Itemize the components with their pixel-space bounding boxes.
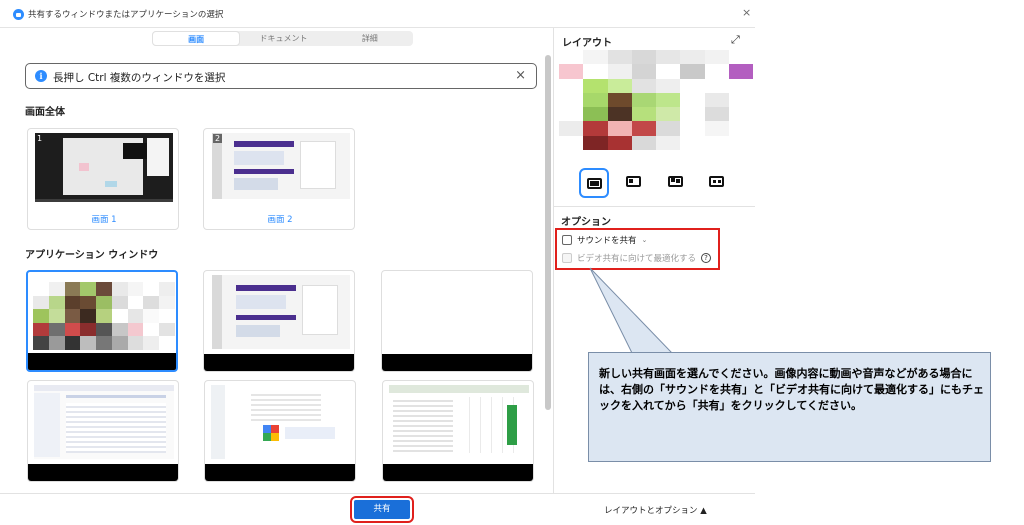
- thumbnail-scrollbar[interactable]: [545, 55, 551, 410]
- layout-small-video-button[interactable]: [620, 168, 650, 198]
- app-window-4[interactable]: [27, 380, 179, 482]
- window-title: 共有するウィンドウまたはアプリケーションの選択: [28, 10, 224, 20]
- tab-screen[interactable]: 画面: [152, 31, 241, 46]
- share-type-tabs: 画面 ドキュメント 詳細: [152, 31, 413, 46]
- layout-options-toggle[interactable]: レイアウトとオプション ▲: [604, 504, 707, 516]
- tip-close-icon[interactable]: ×: [515, 68, 526, 83]
- screen-2-label: 画面 2: [267, 215, 293, 225]
- screen-1-thumbnail[interactable]: 1 画面 1: [27, 128, 179, 230]
- footer-divider: [0, 493, 755, 494]
- app-window-1-preview: [33, 282, 175, 350]
- instruction-callout: 新しい共有画面を選んでください。画像内容に動画や音声などがある場合には、右側の「…: [588, 352, 991, 462]
- optimize-video-label: ビデオ共有に向けて最適化する: [577, 254, 697, 264]
- tip-text: 長押し Ctrl 複数のウィンドウを選択: [53, 72, 226, 84]
- tab-advanced[interactable]: 詳細: [327, 31, 413, 46]
- layout-preview: [559, 50, 753, 150]
- panel-divider: [553, 28, 554, 493]
- app-window-2-preview: [212, 275, 350, 349]
- layout-side-video-icon: [668, 176, 683, 187]
- app-window-6[interactable]: [382, 380, 534, 482]
- title-bar: 共有するウィンドウまたはアプリケーションの選択 ×: [0, 0, 755, 28]
- share-sound-option: サウンドを共有 ⌄: [562, 234, 647, 246]
- layout-share-only-button[interactable]: [579, 168, 609, 198]
- screens-section-title: 画面全体: [25, 107, 65, 118]
- options-title: オプション: [561, 217, 611, 228]
- share-sound-checkbox[interactable]: [562, 235, 572, 245]
- tab-document[interactable]: ドキュメント: [240, 31, 326, 46]
- app-window-3[interactable]: [381, 270, 533, 372]
- apps-section-title: アプリケーション ウィンドウ: [25, 250, 159, 261]
- zoom-app-icon: [13, 9, 24, 20]
- share-sound-label: サウンドを共有: [577, 236, 637, 246]
- callout-text: 新しい共有画面を選んでください。画像内容に動画や音声などがある場合には、右側の「…: [599, 367, 984, 412]
- screen-1-label: 画面 1: [91, 215, 117, 225]
- info-icon: i: [35, 70, 47, 82]
- app-window-1[interactable]: [26, 270, 178, 372]
- options-divider: [554, 206, 755, 207]
- app-window-4-title: [28, 464, 178, 481]
- close-icon[interactable]: ×: [742, 6, 751, 19]
- share-button[interactable]: 共有: [350, 496, 414, 523]
- optimize-video-option: ビデオ共有に向けて最適化する ?: [562, 252, 712, 264]
- layout-side-video-button[interactable]: [662, 168, 692, 198]
- help-icon[interactable]: ?: [701, 253, 712, 263]
- layout-small-video-icon: [626, 176, 641, 187]
- screen-2-thumbnail[interactable]: 2 画面 2: [203, 128, 355, 230]
- layout-share-only-icon: [587, 178, 602, 189]
- optimize-video-checkbox[interactable]: [562, 253, 572, 263]
- layout-title: レイアウト: [562, 38, 612, 49]
- layout-picture-button[interactable]: [703, 168, 733, 198]
- app-window-2-title: [204, 354, 354, 371]
- app-window-5-preview: [211, 385, 351, 459]
- app-window-3-title: [382, 354, 532, 371]
- app-window-2[interactable]: [203, 270, 355, 372]
- screen-1-preview: 1: [35, 133, 173, 199]
- layout-picture-icon: [709, 176, 724, 187]
- expand-icon[interactable]: ⤢: [731, 33, 740, 47]
- app-window-5[interactable]: [204, 380, 356, 482]
- screen-2-preview: 2: [212, 133, 350, 199]
- app-window-1-title: [28, 353, 176, 370]
- callout-pointer: [589, 267, 674, 354]
- multi-select-tip: i 長押し Ctrl 複数のウィンドウを選択 ×: [25, 63, 537, 89]
- app-window-6-title: [383, 464, 533, 481]
- app-window-4-preview: [34, 385, 174, 459]
- app-window-6-preview: [389, 385, 529, 459]
- app-window-5-title: [205, 464, 355, 481]
- chevron-down-icon[interactable]: ⌄: [642, 236, 648, 244]
